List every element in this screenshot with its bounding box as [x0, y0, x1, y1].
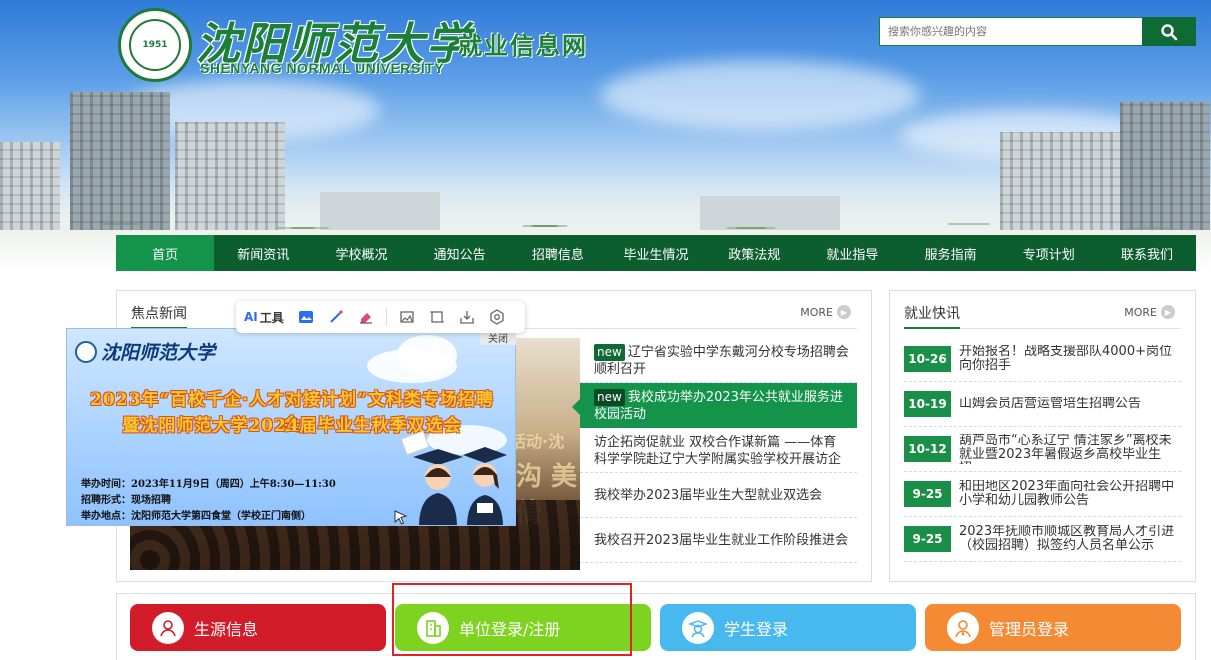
- news-title: 我校成功举办2023年公共就业服务进校园活动: [594, 390, 843, 422]
- main-nav: 首页 新闻资讯 学校概况 通知公告 招聘信息 毕业生情况 政策法规 就业指导 服…: [116, 235, 1196, 271]
- nav-contact[interactable]: 联系我们: [1098, 235, 1196, 271]
- user-group-icon: [152, 611, 184, 644]
- chevron-right-icon: ▶: [837, 305, 851, 319]
- date-badge: 10-26: [904, 346, 951, 372]
- news-title: 访企拓岗促就业 双校合作谋新篇 ——体育科学学院赴辽宁大学附属实验学校开展访企拓: [594, 435, 842, 467]
- list-item[interactable]: 9-25 和田地区2023年面向社会公开招聘中小学和幼儿园教师公告: [904, 472, 1181, 517]
- cursor-icon: [394, 510, 408, 525]
- list-item[interactable]: 10-19 山姆会员店营运管培生招聘公告: [904, 382, 1181, 427]
- popup-info-place: 举办地点：沈阳师范大学第四食堂（学校正门南侧）: [81, 511, 311, 522]
- download-icon[interactable]: [455, 305, 479, 329]
- popup-logo-text: 沈阳师范大学: [101, 342, 216, 364]
- chevron-right-icon: ▶: [1161, 305, 1175, 319]
- crop-icon[interactable]: [425, 305, 449, 329]
- news-title: 我校举办2023届毕业生大型就业双选会: [594, 488, 823, 503]
- focus-news-more[interactable]: MORE ▶: [800, 305, 851, 319]
- popup-logo: 沈阳师范大学: [75, 338, 215, 365]
- list-item[interactable]: 我校召开2023届毕业生就业工作阶段推进会: [580, 518, 857, 563]
- more-label: MORE: [800, 305, 833, 319]
- ai-prefix: AI: [244, 310, 258, 324]
- seal-icon: [75, 340, 97, 363]
- header-banner: 1951 沈阳师范大学 就业信息网 SHENYANG NORMAL UNIVER…: [0, 0, 1211, 270]
- focus-news-list: new 辽宁省实验中学东戴河分校专场招聘会顺利召开 new 我校成功举办2023年公…: [572, 338, 857, 563]
- nav-special-programs[interactable]: 专项计划: [1000, 235, 1098, 271]
- list-item[interactable]: 10-12 葫芦岛市“心系辽宁 情注家乡”离校未就业暨2023年暑假返乡高校毕业…: [904, 427, 1181, 472]
- date-badge: 10-12: [904, 436, 951, 462]
- news-title: 开始报名！战略支援部队4000+岗位向你招手: [959, 345, 1172, 373]
- search-bar: [879, 17, 1196, 46]
- pen-icon[interactable]: [324, 305, 348, 329]
- news-title: 山姆会员店营运管培生招聘公告: [959, 397, 1142, 411]
- nav-news[interactable]: 新闻资讯: [214, 235, 312, 271]
- ai-tools-button[interactable]: AI 工具: [244, 309, 288, 326]
- image-icon[interactable]: [294, 305, 318, 329]
- quick-news-header: 就业快讯 MORE ▶: [904, 299, 1181, 329]
- button-label: 学生登录: [724, 619, 789, 639]
- admin-icon: [947, 611, 979, 644]
- button-label: 管理员登录: [989, 619, 1070, 639]
- news-title: 我校召开2023届毕业生就业工作阶段推进会: [594, 533, 849, 548]
- university-seal-logo[interactable]: 1951: [118, 8, 192, 82]
- list-item[interactable]: 9-25 2023年抚顺市顺城区教育局人才引进（校园招聘）拟签约人员名单公示: [904, 517, 1181, 562]
- seal-year: 1951: [129, 19, 181, 71]
- eraser-icon[interactable]: [354, 305, 378, 329]
- admin-login-button[interactable]: 管理员登录: [925, 604, 1181, 651]
- nav-home[interactable]: 首页: [116, 235, 215, 271]
- graduates-illustration: [400, 430, 507, 525]
- quick-news-panel: 就业快讯 MORE ▶ 10-26 开始报名！战略支援部队4000+岗位向你招手…: [889, 290, 1196, 582]
- site-subtitle: 就业信息网: [458, 31, 588, 60]
- news-title: 葫芦岛市“心系辽宁 情注家乡”离校未就业暨2023年暑假返乡高校毕业生招...: [959, 434, 1172, 464]
- student-source-button[interactable]: 生源信息: [130, 604, 386, 651]
- date-badge: 10-19: [904, 391, 951, 417]
- site-title-en: SHENYANG NORMAL UNIVERSITY: [200, 60, 445, 76]
- nav-recruitment[interactable]: 招聘信息: [509, 235, 607, 271]
- nav-service-guide[interactable]: 服务指南: [902, 235, 1000, 271]
- new-badge: new: [594, 344, 625, 361]
- nav-career-guidance[interactable]: 就业指导: [803, 235, 901, 271]
- news-title: 和田地区2023年面向社会公开招聘中小学和幼儿园教师公告: [959, 480, 1175, 508]
- popup-info-time: 举办时间：2023年11月9日（周四）上午8:30—11:30: [81, 479, 336, 490]
- list-item[interactable]: new 辽宁省实验中学东戴河分校专场招聘会顺利召开: [580, 338, 857, 383]
- student-icon: [682, 611, 714, 644]
- news-title: 辽宁省实验中学东戴河分校专场招聘会顺利召开: [594, 345, 849, 377]
- nav-school-overview[interactable]: 学校概况: [312, 235, 410, 271]
- quick-news-title: 就业快讯: [904, 303, 960, 329]
- list-item[interactable]: 访企拓岗促就业 双校合作谋新篇 ——体育科学学院赴辽宁大学附属实验学校开展访企拓: [580, 428, 857, 473]
- focus-news-title: 焦点新闻: [131, 303, 187, 329]
- more-label: MORE: [1124, 305, 1157, 319]
- ai-toolbar: AI 工具: [236, 301, 525, 333]
- list-item[interactable]: 10-26 开始报名！战略支援部队4000+岗位向你招手: [904, 337, 1181, 382]
- search-button[interactable]: [1142, 17, 1196, 46]
- highlight-frame: [392, 583, 632, 656]
- quick-news-more[interactable]: MORE ▶: [1124, 305, 1175, 319]
- quick-news-list: 10-26 开始报名！战略支援部队4000+岗位向你招手 10-19 山姆会员店…: [904, 337, 1181, 562]
- date-badge: 9-25: [904, 526, 951, 552]
- ai-tools-label: 工具: [259, 310, 284, 325]
- nav-graduates[interactable]: 毕业生情况: [607, 235, 705, 271]
- date-badge: 9-25: [904, 481, 951, 507]
- list-item-active[interactable]: new 我校成功举办2023年公共就业服务进校园活动: [572, 383, 857, 428]
- nav-notices[interactable]: 通知公告: [411, 235, 509, 271]
- settings-icon[interactable]: [485, 305, 509, 329]
- news-title: 2023年抚顺市顺城区教育局人才引进（校园招聘）拟签约人员名单公示: [959, 525, 1175, 553]
- login-button-row: 生源信息 单位登录/注册 学生登录 管理员登录: [116, 593, 1196, 660]
- job-fair-popup[interactable]: 沈阳师范大学 2023年“百校千企·人才对接计划”文科类专场招聘会 暨沈阳师范大…: [66, 328, 516, 526]
- search-icon: [1161, 23, 1178, 40]
- list-item[interactable]: 我校举办2023届毕业生大型就业双选会: [580, 473, 857, 518]
- photo-stage-text: 活动·沈: [510, 432, 565, 451]
- button-label: 生源信息: [194, 619, 259, 639]
- search-input[interactable]: [879, 17, 1142, 46]
- page: 1951 沈阳师范大学 就业信息网 SHENYANG NORMAL UNIVER…: [0, 0, 1211, 660]
- popup-info-form: 招聘形式：现场招聘: [81, 495, 171, 506]
- nav-policies[interactable]: 政策法规: [705, 235, 803, 271]
- picture-icon[interactable]: [395, 305, 419, 329]
- student-login-button[interactable]: 学生登录: [660, 604, 916, 651]
- new-badge: new: [594, 389, 625, 406]
